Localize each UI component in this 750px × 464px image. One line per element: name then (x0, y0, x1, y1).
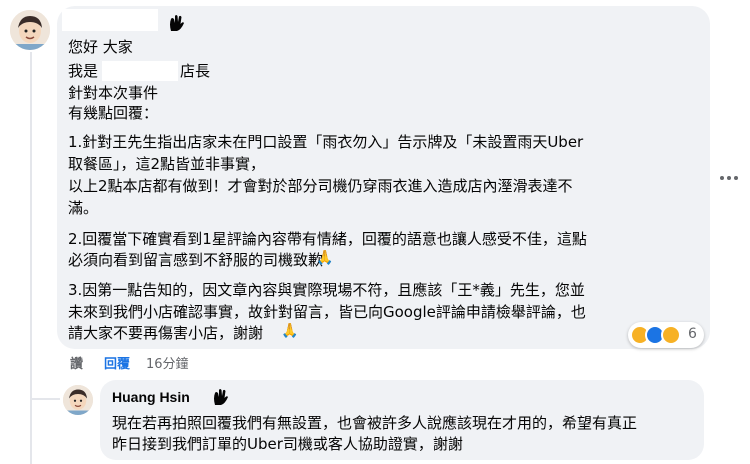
comment-text-line: 取餐區」，這2點皆並非事實， (68, 155, 266, 173)
top-fan-icon[interactable] (166, 13, 186, 33)
reply-text-line: 現在若再拍照回覆我們有無設置，也會被許多人說應該現在才用的，希望有真正 (112, 414, 638, 432)
person-avatar-icon (63, 385, 93, 415)
comment-timestamp[interactable]: 16分鐘 (146, 353, 189, 372)
comment-text-line: 以上2點本店都有做到！才會對於部分司機仍穿雨衣進入造成店內溼滑表達不 (68, 177, 573, 195)
reply-author-avatar[interactable] (63, 385, 93, 415)
top-fan-icon[interactable] (210, 387, 230, 407)
comment-text-line: 滿。 (68, 199, 99, 217)
commenter-avatar[interactable] (10, 10, 50, 50)
comment-text-line: 未來到我們小店確認事實，故針對留言，皆已向Google評論申請檢舉評論，也 (68, 303, 586, 321)
redacted-commenter-name (62, 9, 158, 31)
reactions-summary[interactable]: 6 (628, 322, 704, 348)
comment-text-line: 您好 大家 (68, 38, 133, 56)
folded-hands-emoji-icon: 🙏 (316, 250, 334, 266)
comment-text-line: 針對本次事件 (68, 84, 159, 102)
like-link[interactable]: 讚 (70, 353, 83, 372)
reply-author-name[interactable]: Huang Hsin (112, 389, 190, 405)
reply-text-line: 昨日接到我們訂單的Uber司機或客人協助證實，謝謝 (112, 435, 463, 453)
folded-hands-emoji-icon: 🙏 (281, 323, 299, 339)
comment-text-line: 必須向看到留言感到不舒服的司機致歉 (68, 251, 324, 269)
sad-reaction-icon (661, 325, 681, 345)
redacted-store-name (102, 61, 178, 81)
person-avatar-icon (10, 10, 50, 50)
comment-text-line: 3.因第一點告知的，因文章內容與實際現場不符，且應該「王*義」先生，您並 (68, 281, 585, 299)
comment-text-manager: 店長 (180, 62, 211, 80)
more-horizontal-icon[interactable] (712, 168, 746, 188)
thread-branch (30, 398, 60, 400)
comment-text-line: 2.回覆當下確實看到1星評論內容帶有情緒，回覆的語意也讓人感受不佳，這點 (68, 230, 587, 248)
comment-text-line: 請大家不要再傷害小店，謝謝 (68, 324, 264, 342)
reply-link[interactable]: 回覆 (104, 353, 130, 372)
comment-text-line: 有幾點回覆： (68, 104, 159, 122)
reaction-count: 6 (688, 326, 697, 342)
comment-text-line: 我是 (68, 62, 99, 80)
thread-line (30, 52, 32, 464)
comment-text-line: 1.針對王先生指出店家未在門口設置「雨衣勿入」告示牌及「未設置雨天Uber (68, 133, 584, 151)
